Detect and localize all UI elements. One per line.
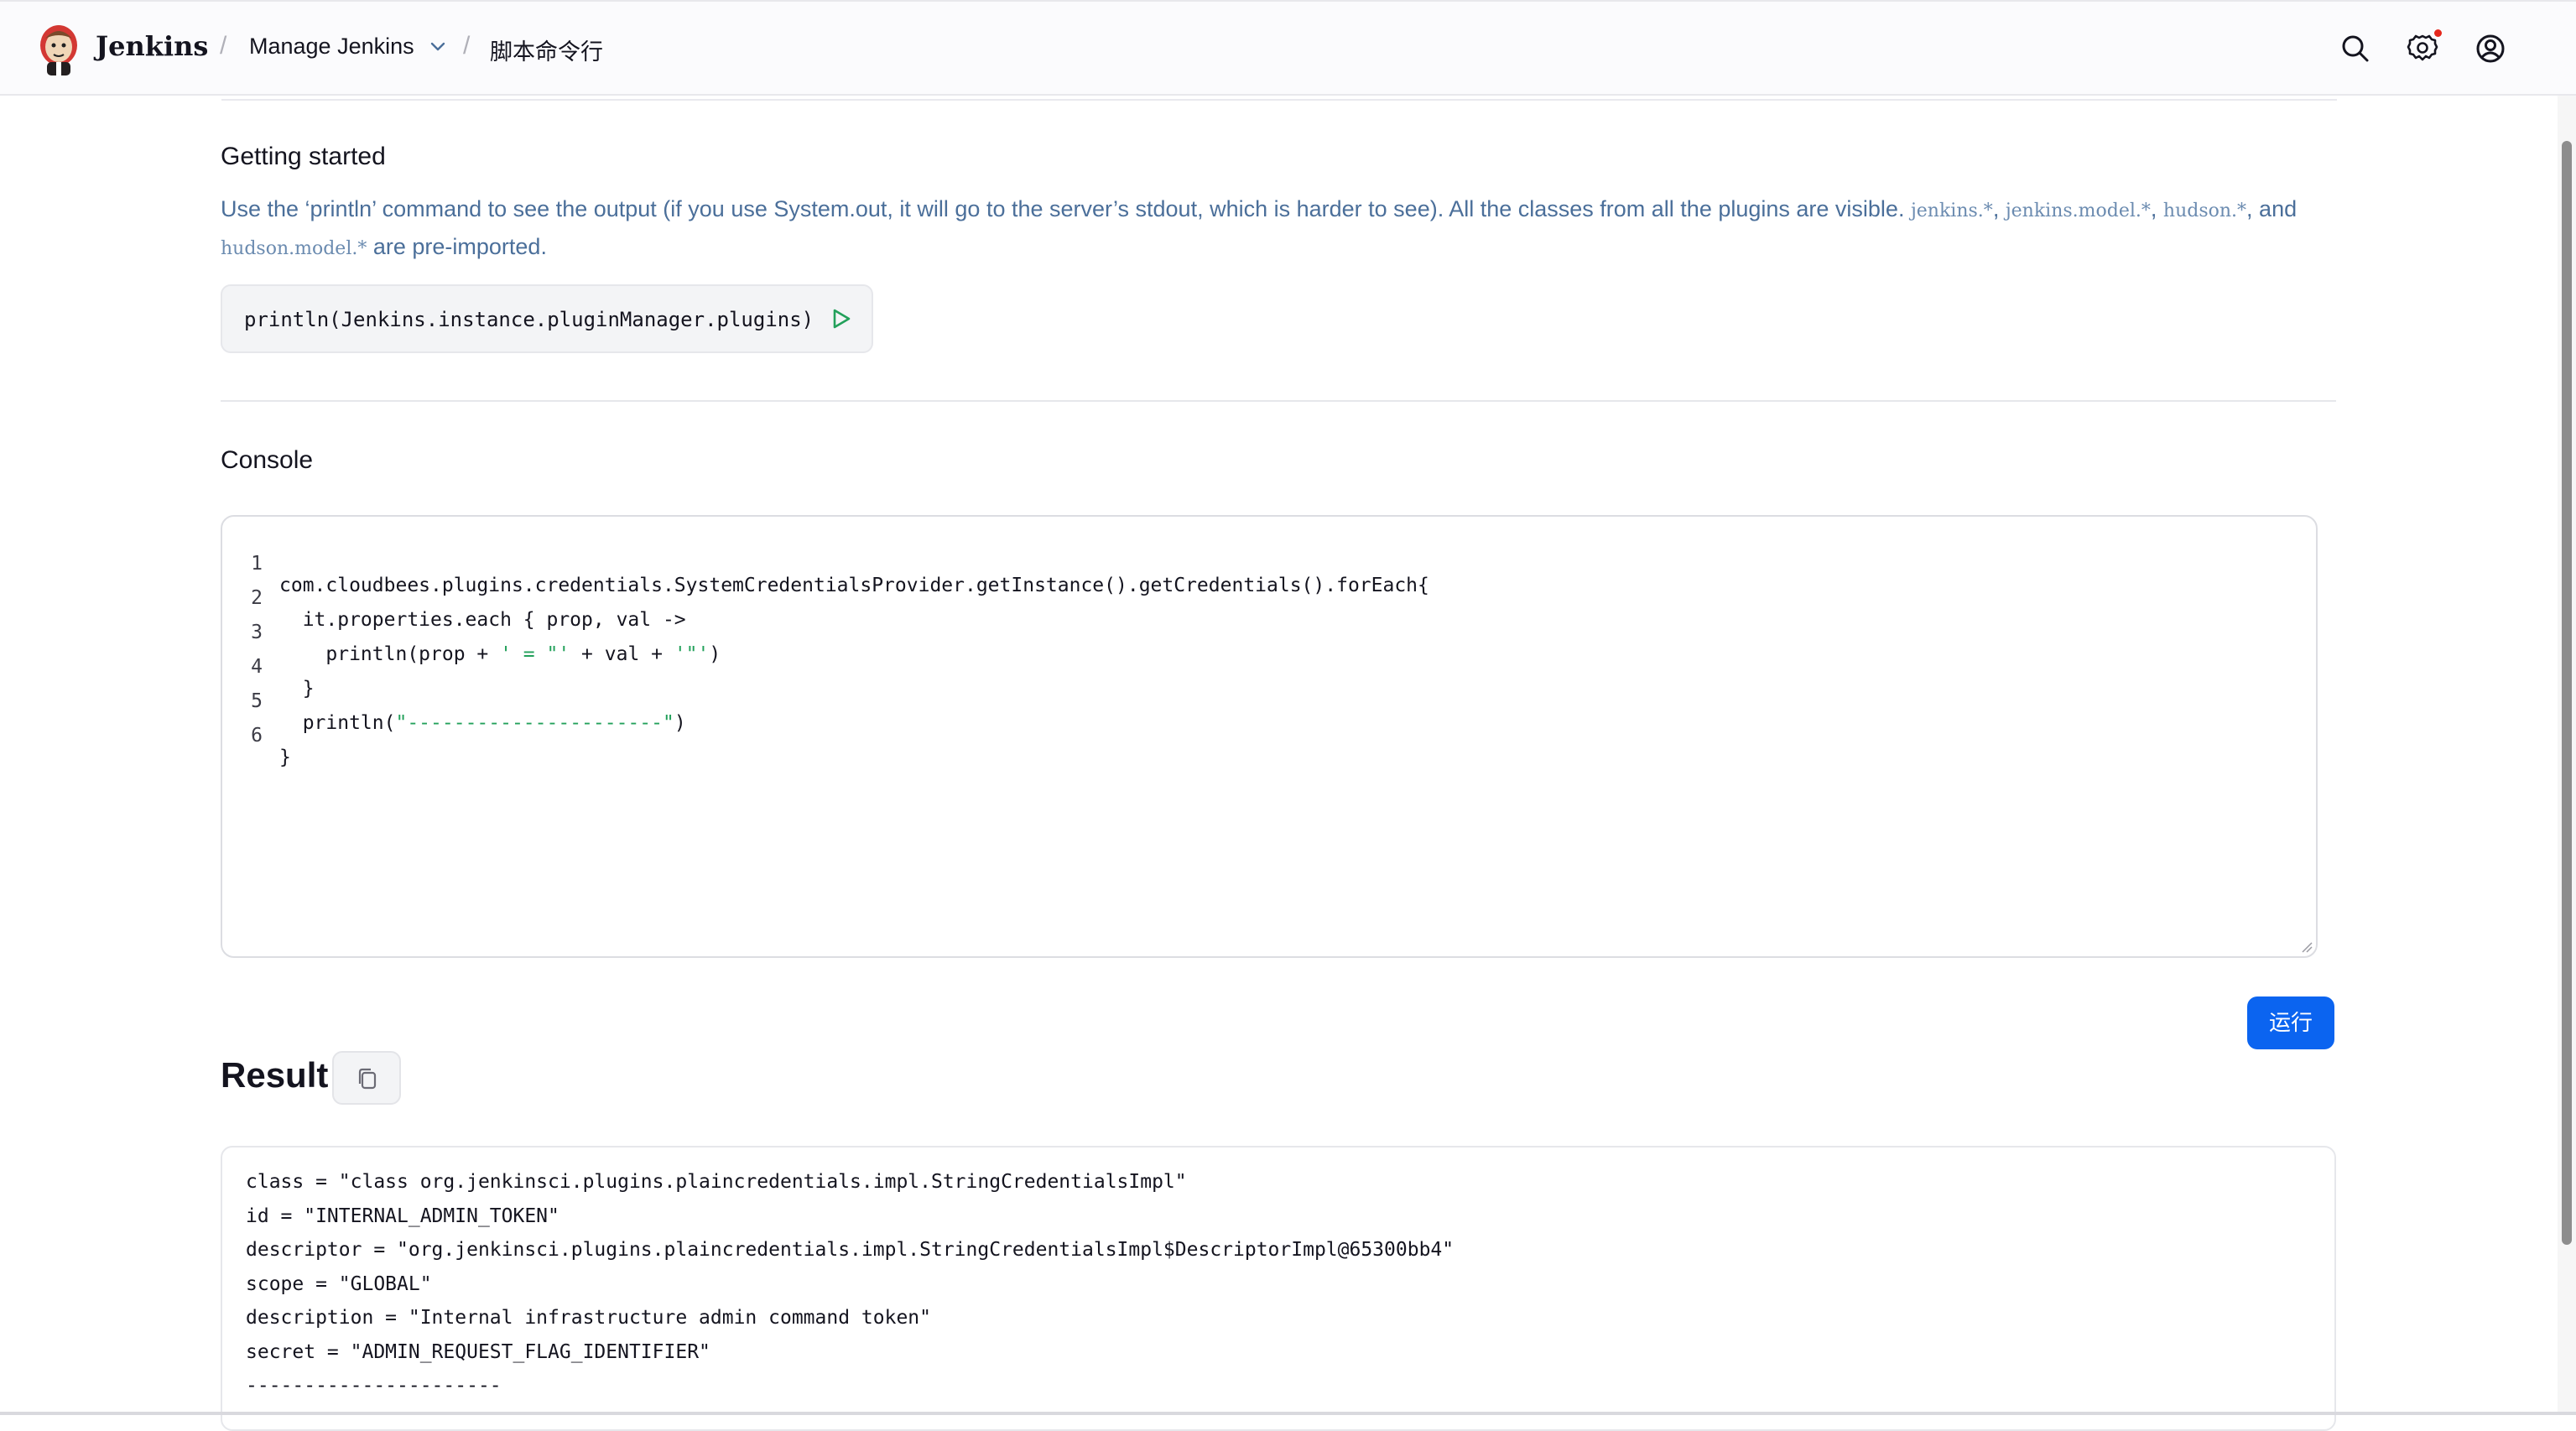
example-snippet: println(Jenkins.instance.pluginManager.p… [221, 284, 873, 353]
description-text: are pre-imported. [367, 234, 547, 259]
brand-name[interactable]: Jenkins [96, 30, 208, 62]
code-line: 4 } [222, 634, 314, 700]
code-text: } [279, 747, 291, 768]
result-line: description = "Internal infrastructure a… [246, 1307, 931, 1329]
result-line: scope = "GLOBAL" [246, 1273, 432, 1295]
code-text: println(prop + ' = "' + val + '"') [279, 643, 721, 665]
package-name: jenkins.model.* [2005, 200, 2151, 221]
snippet-code: println(Jenkins.instance.pluginManager.p… [244, 308, 814, 331]
copy-icon [358, 1068, 377, 1090]
code-line: 3 println(prop + ' = "' + val + '"') [222, 600, 721, 665]
code-text: com.cloudbees.plugins.credentials.System… [279, 575, 1429, 596]
package-name: jenkins.* [1910, 200, 1993, 221]
result-line: secret = "ADMIN_REQUEST_FLAG_IDENTIFIER" [246, 1341, 710, 1363]
result-output: class = "class org.jenkinsci.plugins.pla… [221, 1146, 2336, 1431]
code-line: 5 println("----------------------") [222, 669, 686, 734]
code-line: 1 com.cloudbees.plugins.credentials.Syst… [222, 531, 1429, 596]
description-text: , [2150, 196, 2163, 221]
copy-button[interactable] [332, 1051, 401, 1105]
result-line: class = "class org.jenkinsci.plugins.pla… [246, 1171, 1187, 1193]
package-name: hudson.* [2162, 200, 2247, 221]
user-icon[interactable] [2474, 32, 2507, 65]
code-text: } [279, 678, 315, 700]
section-divider [221, 99, 2337, 101]
getting-started-heading: Getting started [221, 143, 386, 170]
section-divider [221, 400, 2336, 402]
code-line: 6 } [222, 703, 291, 768]
chevron-down-icon[interactable] [428, 37, 448, 57]
code-text: println("----------------------") [279, 712, 686, 734]
description-text: Use the ‘println’ command to see the out… [221, 196, 1911, 221]
result-heading: Result [221, 1055, 329, 1095]
script-editor[interactable]: 1 com.cloudbees.plugins.credentials.Syst… [221, 515, 2318, 958]
resize-handle-icon[interactable] [2301, 941, 2313, 953]
description-text: , [1992, 196, 2006, 221]
search-icon[interactable] [2339, 32, 2372, 65]
top-navigation-bar: Jenkins / Manage Jenkins / 脚本命令行 [0, 0, 2576, 96]
result-line: descriptor = "org.jenkinsci.plugins.plai… [246, 1239, 1455, 1261]
gear-icon[interactable] [2406, 32, 2439, 65]
notification-dot [2434, 29, 2442, 37]
console-heading: Console [221, 446, 314, 474]
breadcrumb-script-console[interactable]: 脚本命令行 [490, 34, 603, 66]
result-line: id = "INTERNAL_ADMIN_TOKEN" [246, 1205, 559, 1227]
jenkins-logo-icon[interactable] [34, 20, 84, 79]
window-bottom-edge [0, 1412, 2576, 1415]
breadcrumb-separator: / [220, 32, 227, 60]
play-icon[interactable] [826, 304, 855, 333]
scrollbar-thumb[interactable] [2562, 141, 2572, 1245]
run-button[interactable]: 运行 [2247, 996, 2334, 1049]
package-name: hudson.model.* [221, 238, 367, 259]
description-text: , and [2246, 196, 2298, 221]
result-line: ---------------------- [246, 1375, 502, 1397]
breadcrumb-separator: / [463, 32, 471, 60]
code-line: 2 it.properties.each { prop, val -> [222, 565, 686, 631]
code-text: it.properties.each { prop, val -> [279, 609, 686, 631]
getting-started-description: Use the ‘println’ command to see the out… [221, 191, 2301, 267]
line-number: 6 [251, 725, 263, 747]
breadcrumb-manage-jenkins[interactable]: Manage Jenkins [249, 34, 414, 60]
